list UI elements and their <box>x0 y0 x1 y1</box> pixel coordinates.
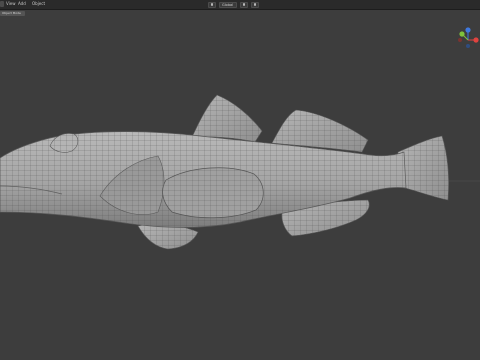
gizmo-y-axis[interactable] <box>459 31 465 37</box>
head-ridge <box>49 133 79 153</box>
navigation-gizmo-icon[interactable] <box>456 12 480 48</box>
caudal-fin <box>397 135 449 201</box>
3d-viewport[interactable]: View Add Object Global Object Mode <box>0 0 480 360</box>
gizmo-x-axis[interactable] <box>473 37 479 43</box>
pectoral-fin <box>162 167 264 219</box>
gizmo-z-axis[interactable] <box>465 27 471 33</box>
fish-mesh[interactable] <box>0 0 480 360</box>
dorsal-fin-front <box>191 94 263 143</box>
